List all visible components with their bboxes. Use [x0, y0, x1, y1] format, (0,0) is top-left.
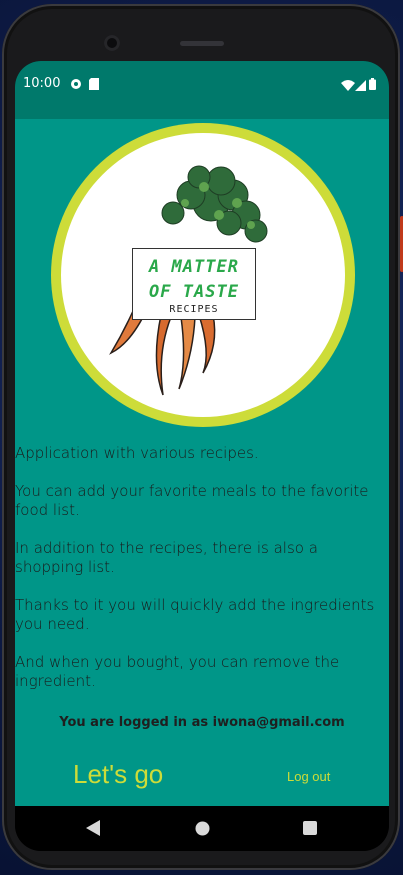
description-paragraph: In addition to the recipes, there is als…: [15, 539, 318, 576]
description-paragraph: And when you bought, you can remove the …: [15, 653, 340, 690]
login-status: You are logged in as iwona@gmail.com: [15, 715, 389, 730]
home-icon[interactable]: [195, 821, 210, 841]
battery-icon: [369, 77, 376, 95]
earpiece-speaker: [180, 41, 224, 46]
login-email: iwona@gmail.com: [212, 715, 345, 730]
status-time: 10:00: [23, 76, 61, 91]
description-paragraph: Application with various recipes.: [15, 444, 259, 462]
app-description: Application with various recipes. You ca…: [15, 444, 389, 710]
logo: A MATTER OF TASTE RECIPES: [61, 133, 345, 417]
logo-label: A MATTER OF TASTE RECIPES: [132, 248, 256, 320]
back-icon[interactable]: [86, 820, 100, 841]
app-content: A MATTER OF TASTE RECIPES Application wi…: [15, 119, 389, 806]
sd-card-icon: [89, 77, 99, 95]
description-paragraph: Thanks to it you will quickly add the in…: [15, 596, 375, 633]
lets-go-button[interactable]: Let's go: [73, 759, 163, 790]
circle-status-icon: [70, 77, 82, 95]
status-bar: 10:00: [15, 61, 389, 119]
log-out-button[interactable]: Log out: [287, 769, 330, 784]
recents-icon[interactable]: [303, 821, 317, 840]
signal-icon: [355, 78, 366, 96]
screen: 10:00 A MATTER OF TASTE RECIPES Applicat…: [15, 61, 389, 851]
wifi-icon: [341, 78, 355, 96]
logo-title: A MATTER OF TASTE: [149, 257, 239, 302]
phone-frame: 10:00 A MATTER OF TASTE RECIPES Applicat…: [2, 4, 400, 870]
login-prefix: You are logged in as: [59, 715, 213, 730]
description-paragraph: You can add your favorite meals to the f…: [15, 482, 369, 519]
front-camera: [104, 35, 120, 51]
logo-ring: A MATTER OF TASTE RECIPES: [51, 123, 355, 427]
navigation-bar: [15, 806, 389, 851]
logo-subtitle: RECIPES: [169, 304, 219, 315]
